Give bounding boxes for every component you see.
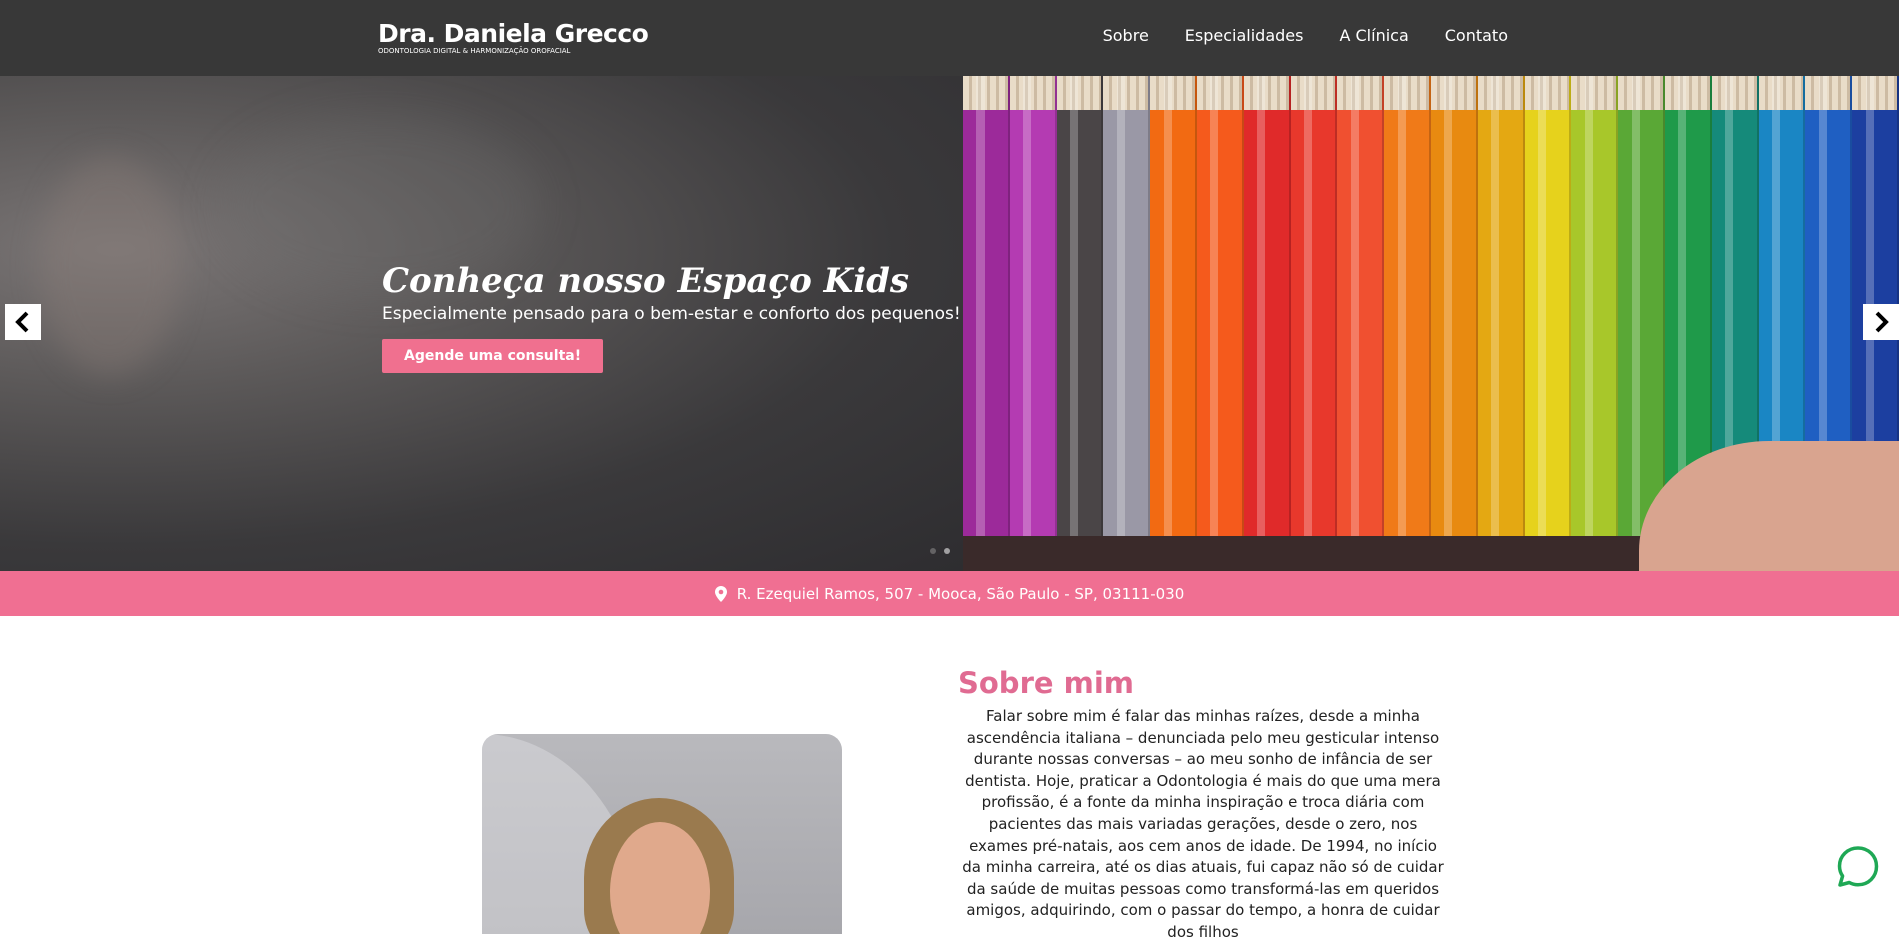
address-text[interactable]: R. Ezequiel Ramos, 507 - Mooca, São Paul… — [737, 585, 1185, 603]
hero-slider: Conheça nosso Espaço Kids Especialmente … — [0, 76, 1899, 571]
brand-logo[interactable]: Dra. Daniela Grecco ODONTOLOGIA DIGITAL … — [378, 19, 649, 56]
hero-pencil — [1618, 76, 1665, 536]
hero-pencil — [1009, 76, 1057, 536]
slider-dots — [930, 548, 950, 554]
hero-pencil — [1196, 76, 1244, 536]
hero-title: Conheça nosso Espaço Kids — [382, 261, 910, 301]
location-pin-icon — [714, 585, 727, 602]
brand-tagline: ODONTOLOGIA DIGITAL & HARMONIZAÇÃO OROFA… — [378, 47, 571, 55]
hero-pencil — [1384, 76, 1431, 536]
hero-content: Conheça nosso Espaço Kids Especialmente … — [382, 261, 961, 373]
slider-dot[interactable] — [930, 548, 936, 554]
slider-prev-button[interactable] — [5, 304, 41, 340]
about-title: Sobre mim — [958, 666, 1135, 700]
hero-subtitle: Especialmente pensado para o bem-estar e… — [382, 304, 961, 324]
hero-pencil — [1571, 76, 1619, 536]
address-bar: R. Ezequiel Ramos, 507 - Mooca, São Paul… — [0, 571, 1899, 616]
hero-pencil — [1430, 76, 1478, 536]
slider-next-button[interactable] — [1863, 304, 1899, 340]
nav-item-contato[interactable]: Contato — [1445, 26, 1508, 45]
nav-item-sobre[interactable]: Sobre — [1103, 26, 1149, 45]
site-header: Dra. Daniela Grecco ODONTOLOGIA DIGITAL … — [0, 0, 1899, 76]
hero-pencil — [1290, 76, 1338, 536]
whatsapp-chat-button[interactable] — [1836, 845, 1880, 889]
chevron-right-icon — [1875, 311, 1889, 333]
hero-pencil — [1056, 76, 1104, 536]
nav-item-a-clinica[interactable]: A Clínica — [1339, 26, 1408, 45]
chevron-left-icon — [15, 311, 29, 333]
hero-pencil — [1103, 76, 1151, 536]
doctor-photo — [482, 734, 842, 934]
hero-pencil — [1524, 76, 1572, 536]
main-nav: Sobre Especialidades A Clínica Contato — [1103, 26, 1508, 45]
hero-pencils-image — [963, 76, 1899, 571]
schedule-appointment-button[interactable]: Agende uma consulta! — [382, 339, 604, 373]
whatsapp-icon — [1837, 846, 1879, 887]
slider-dot-active[interactable] — [944, 548, 950, 554]
hero-pencil — [1477, 76, 1525, 536]
nav-item-especialidades[interactable]: Especialidades — [1185, 26, 1304, 45]
about-text: Falar sobre mim é falar das minhas raíze… — [962, 707, 1444, 941]
hero-pencil — [963, 76, 1010, 536]
about-section: Sobre mim Falar sobre mim é falar das mi… — [958, 664, 1448, 944]
hero-pencil — [1150, 76, 1197, 536]
hero-pencil — [1337, 76, 1385, 536]
hero-pencil — [1243, 76, 1291, 536]
brand-name: Dra. Daniela Grecco — [378, 19, 649, 48]
